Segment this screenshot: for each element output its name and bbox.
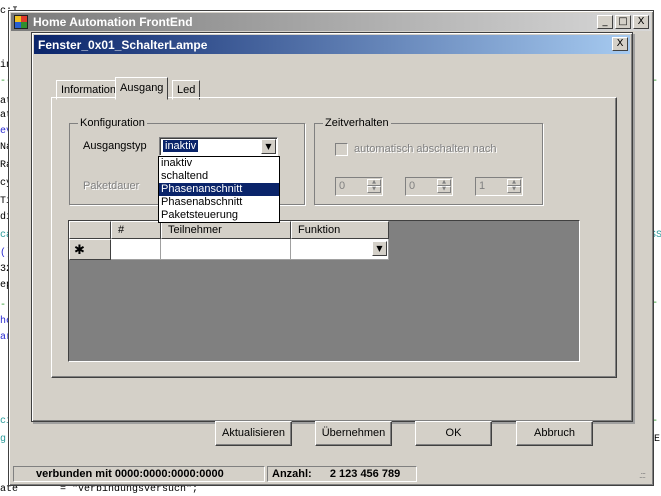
paketdauer-label: Paketdauer (83, 180, 140, 192)
participants-grid[interactable]: # Teilnehmer Funktion ✱ ▼ (68, 220, 580, 362)
count-label: Anzahl: (272, 468, 312, 480)
time-spinner-1[interactable]: 0 ▲ ▼ (335, 177, 383, 196)
dropdown-option[interactable]: schaltend (159, 170, 279, 183)
grid-column-header[interactable]: Teilnehmer (161, 221, 291, 239)
dropdown-option[interactable]: inaktiv (159, 157, 279, 170)
dialog-title-bar[interactable]: Fenster_0x01_SchalterLampe X (34, 35, 630, 54)
zeitverhalten-legend: Zeitverhalten (323, 117, 391, 129)
grid-cell-teilnehmer[interactable] (161, 239, 291, 260)
status-bar: verbunden mit 0000:0000:0000:0000 Anzahl… (13, 465, 649, 483)
dropdown-option[interactable]: Phasenabschnitt (159, 196, 279, 209)
konfiguration-legend: Konfiguration (78, 117, 147, 129)
spin-down-icon[interactable]: ▼ (367, 186, 381, 193)
grid-column-header[interactable]: Funktion (291, 221, 389, 239)
grid-row-header-corner (69, 221, 111, 239)
ausgangstyp-combo[interactable]: inaktiv ▼ (159, 137, 278, 156)
connection-status: verbunden mit 0000:0000:0000:0000 (13, 466, 265, 482)
abbruch-button[interactable]: Abbruch (516, 421, 593, 446)
maximize-button[interactable]: □ (615, 15, 631, 29)
dropdown-option[interactable]: Paketsteuerung (159, 209, 279, 222)
close-button[interactable]: X (633, 15, 649, 29)
time-spinner-3[interactable]: 1 ▲ ▼ (475, 177, 523, 196)
new-row-marker: ✱ (69, 239, 111, 260)
tab-ausgang[interactable]: Ausgang (115, 77, 169, 100)
time-spinner-2[interactable]: 0 ▲ ▼ (405, 177, 453, 196)
ausgangstyp-label: Ausgangstyp (83, 140, 147, 152)
spinner-value: 1 (479, 180, 486, 192)
ok-button[interactable]: OK (415, 421, 492, 446)
spin-down-icon[interactable]: ▼ (437, 186, 451, 193)
dropdown-option-highlighted[interactable]: Phasenanschnitt (159, 183, 279, 196)
spin-down-icon[interactable]: ▼ (507, 186, 521, 193)
dialog-title: Fenster_0x01_SchalterLampe (38, 38, 208, 52)
app-icon (14, 15, 28, 29)
spin-up-icon[interactable]: ▲ (367, 179, 381, 186)
spin-up-icon[interactable]: ▲ (437, 179, 451, 186)
chevron-down-icon[interactable]: ▼ (261, 139, 276, 154)
spinner-value: 0 (409, 180, 416, 192)
connection-status-text: verbunden mit 0000:0000:0000:0000 (36, 468, 224, 480)
minimize-button[interactable]: _ (597, 15, 613, 29)
count-value: 2 123 456 789 (329, 468, 401, 480)
ausgangstyp-dropdown-list[interactable]: inaktiv schaltend Phasenanschnitt Phasen… (158, 156, 280, 223)
spin-up-icon[interactable]: ▲ (507, 179, 521, 186)
auto-off-label: automatisch abschalten nach (354, 143, 497, 155)
auto-off-checkbox[interactable] (335, 143, 348, 156)
dialog-close-button[interactable]: X (612, 37, 628, 51)
resize-grip-icon[interactable]: .::: (639, 470, 646, 480)
main-window-title: Home Automation FrontEnd (33, 15, 193, 29)
aktualisieren-button[interactable]: Aktualisieren (215, 421, 292, 446)
uebernehmen-button[interactable]: Übernehmen (315, 421, 392, 446)
grid-column-header[interactable]: # (111, 221, 161, 239)
grid-cell-funktion[interactable]: ▼ (291, 239, 389, 260)
chevron-down-icon[interactable]: ▼ (372, 241, 387, 256)
count-panel: Anzahl: 2 123 456 789 (267, 466, 417, 482)
grid-cell-number[interactable] (111, 239, 161, 260)
main-title-bar[interactable]: Home Automation FrontEnd _ □ X (11, 13, 651, 31)
code-comment-dash: - (0, 300, 7, 311)
ausgangstyp-value: inaktiv (161, 139, 200, 153)
spinner-value: 0 (339, 180, 346, 192)
code-line: g (0, 434, 7, 445)
